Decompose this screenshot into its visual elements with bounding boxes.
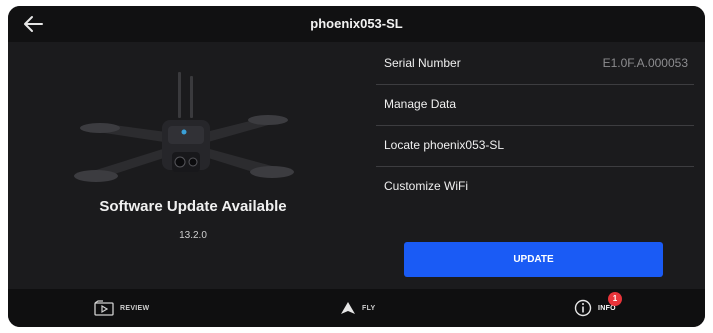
review-icon	[94, 300, 114, 316]
notification-badge: 1	[608, 292, 622, 306]
device-info-list: Serial Number E1.0F.A.000053 Manage Data…	[376, 44, 694, 207]
nav-fly[interactable]: FLY	[340, 289, 375, 327]
nav-info[interactable]: INFO 1	[574, 289, 622, 327]
bottom-nav: REVIEW FLY INFO 1	[8, 289, 705, 327]
manage-data-label: Manage Data	[384, 97, 457, 111]
update-status-text: Software Update Available	[99, 198, 287, 215]
fly-icon	[341, 302, 355, 314]
info-icon	[574, 299, 592, 317]
nav-review[interactable]: REVIEW	[94, 289, 149, 327]
serial-number-row: Serial Number E1.0F.A.000053	[376, 44, 694, 85]
locate-drone-label: Locate phoenix053-SL	[384, 138, 505, 152]
back-arrow-icon[interactable]	[22, 14, 44, 34]
drone-image	[74, 72, 294, 182]
app-screen: phoenix053-SL Software Update Available …	[8, 6, 705, 327]
customize-wifi-row[interactable]: Customize WiFi	[376, 167, 694, 207]
nav-fly-label: FLY	[362, 304, 376, 312]
update-button[interactable]: UPDATE	[404, 242, 663, 277]
customize-wifi-label: Customize WiFi	[384, 179, 469, 193]
serial-number-label: Serial Number	[384, 56, 461, 70]
manage-data-row[interactable]: Manage Data	[376, 85, 694, 126]
top-bar: phoenix053-SL	[8, 6, 705, 42]
serial-number-value: E1.0F.A.000053	[602, 56, 688, 70]
nav-review-label: REVIEW	[120, 304, 150, 312]
version-number: 13.2.0	[179, 230, 207, 241]
locate-drone-row[interactable]: Locate phoenix053-SL	[376, 126, 694, 167]
page-title: phoenix053-SL	[310, 16, 403, 31]
